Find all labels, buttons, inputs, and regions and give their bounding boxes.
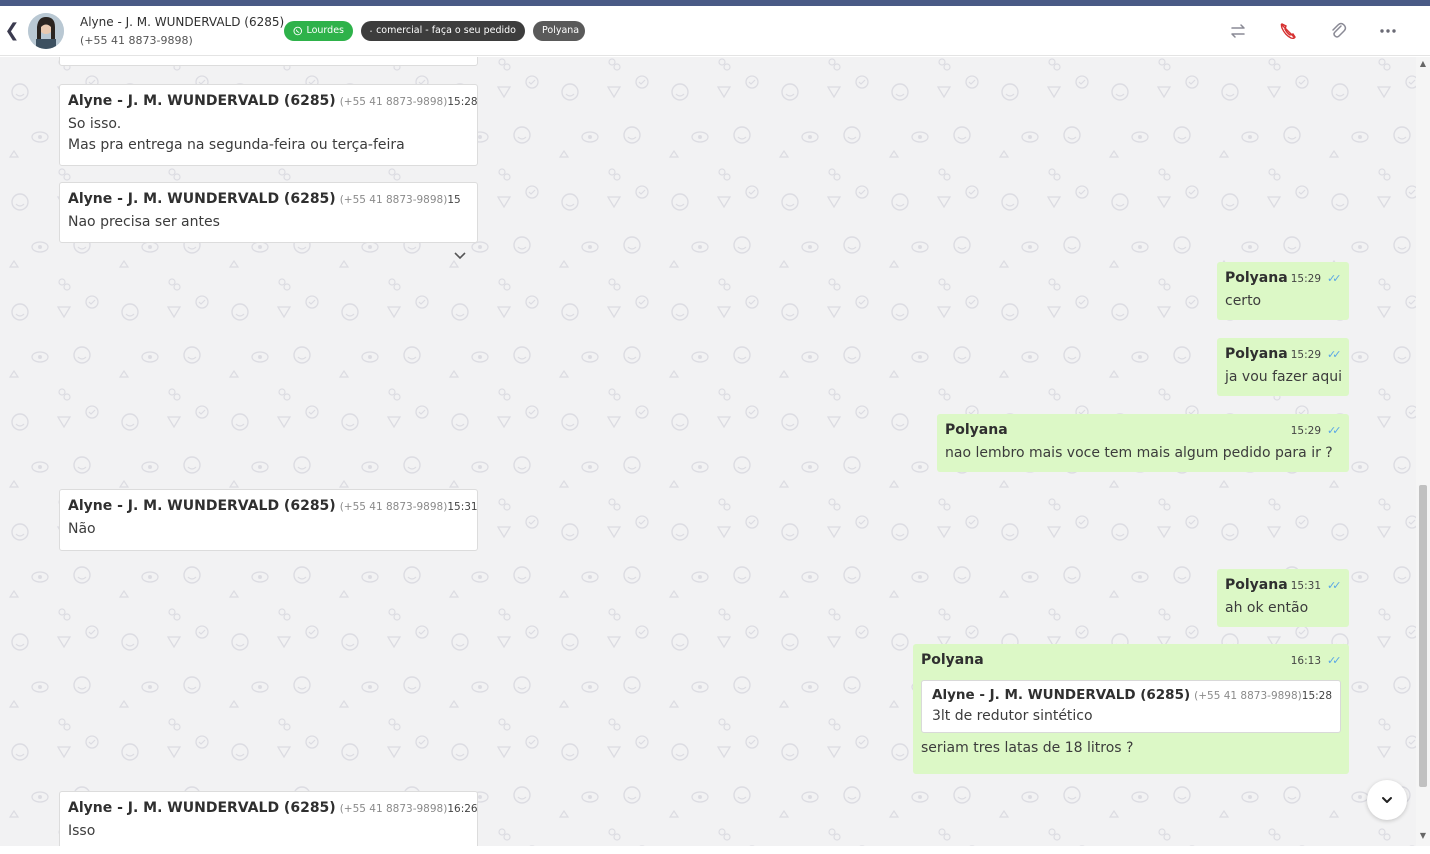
tag-label: Polyana [542, 25, 580, 36]
message-time: 15:29 [1290, 349, 1321, 361]
message-bubble-incoming[interactable]: Alyne - J. M. WUNDERVALD (6285) (+55 41 … [59, 84, 478, 166]
message-bubble-outgoing[interactable]: Polyana 15:31 ✓✓ ah ok então [1217, 569, 1349, 627]
scroll-to-bottom-button[interactable] [1367, 780, 1407, 820]
contact-name: Alyne - J. M. WUNDERVALD (6285) [80, 15, 285, 29]
end-call-icon[interactable] [1277, 20, 1299, 42]
transfer-icon[interactable] [1227, 20, 1249, 42]
message-time: 15 [447, 194, 461, 206]
message-bubble-incoming[interactable]: Alyne - J. M. WUNDERVALD (6285) (+55 41 … [59, 182, 478, 243]
message-time: 16:13 [1290, 655, 1321, 667]
sender-phone: (+55 41 8873-9898) [339, 194, 448, 206]
sitemap-icon [370, 30, 373, 32]
message-text: Nao precisa ser antes [68, 214, 220, 230]
message-text: Não [68, 521, 96, 537]
message-menu-chevron-icon[interactable] [453, 249, 469, 265]
read-ticks-icon: ✓✓ [1327, 579, 1341, 592]
contact-phone: (+55 41 8873-9898) [80, 34, 193, 47]
more-icon[interactable] [1377, 20, 1399, 42]
chat-header: ❮ Alyne - J. M. WUNDERVALD (6285) (+55 4… [0, 6, 1430, 56]
message-bubble-outgoing[interactable]: Polyana 15:29 ✓✓ certo [1217, 262, 1349, 320]
sender-phone: (+55 41 8873-9898) [339, 803, 448, 815]
quoted-sender-name: Alyne - J. M. WUNDERVALD (6285) [932, 687, 1191, 703]
read-ticks-icon: ✓✓ [1327, 424, 1341, 437]
sender-name: Alyne - J. M. WUNDERVALD (6285) [68, 93, 336, 109]
message-time: 15:31 [447, 501, 478, 513]
quoted-time: 15:28 [1301, 690, 1333, 702]
read-ticks-icon: ✓✓ [1327, 272, 1341, 285]
scroll-down-arrow-icon[interactable]: ▼ [1418, 831, 1428, 841]
chat-scrollbar[interactable]: ▲ ▼ [1416, 57, 1430, 846]
message-time: 15:29 [1290, 273, 1321, 285]
avatar[interactable] [28, 13, 64, 49]
message-text: certo [1225, 293, 1262, 309]
back-arrow-icon[interactable]: ❮ [3, 21, 21, 41]
sender-name: Polyana [1225, 346, 1288, 362]
tag-lourdes[interactable]: Lourdes [284, 21, 353, 41]
sender-phone: (+55 41 8873-9898) [339, 501, 448, 513]
message-text: seriam tres latas de 18 litros ? [921, 740, 1134, 756]
message-time: 15:28 [447, 96, 478, 108]
sender-name: Polyana [945, 422, 1008, 438]
sender-phone: (+55 41 8873-9898) [339, 96, 448, 108]
message-time: 15:31 [1290, 580, 1321, 592]
scroll-up-arrow-icon[interactable]: ▲ [1418, 59, 1428, 69]
message-text: nao lembro mais voce tem mais algum pedi… [945, 445, 1333, 461]
tag-label: Lourdes [306, 25, 344, 36]
sender-name: Polyana [921, 652, 984, 668]
quoted-sender-phone: (+55 41 8873-9898) [1194, 690, 1302, 702]
message-text: ja vou fazer aqui [1225, 369, 1342, 385]
message-time: 15:29 [1290, 425, 1321, 437]
sender-name: Alyne - J. M. WUNDERVALD (6285) [68, 498, 336, 514]
tag-agent[interactable]: Polyana [533, 21, 585, 41]
sender-name: Alyne - J. M. WUNDERVALD (6285) [68, 191, 336, 207]
bottom-edge [0, 846, 1430, 854]
quoted-text: 3lt de redutor sintético [932, 708, 1093, 724]
sender-name: Alyne - J. M. WUNDERVALD (6285) [68, 800, 336, 816]
chevron-down-icon [1382, 797, 1392, 803]
scroll-thumb[interactable] [1419, 485, 1427, 787]
message-bubble-incoming[interactable]: Alyne - J. M. WUNDERVALD (6285) (+55 41 … [59, 489, 478, 551]
sender-name: Polyana [1225, 577, 1288, 593]
attach-icon[interactable] [1327, 20, 1349, 42]
read-ticks-icon: ✓✓ [1327, 348, 1341, 361]
message-bubble-outgoing[interactable]: Polyana 16:13 ✓✓ Alyne - J. M. WUNDERVAL… [913, 644, 1349, 774]
message-text: ah ok então [1225, 600, 1309, 616]
message-list[interactable]: Alyne - J. M. WUNDERVALD (6285) (+55 41 … [0, 57, 1416, 846]
message-bubble-outgoing[interactable]: Polyana 15:29 ✓✓ nao lembro mais voce te… [937, 414, 1349, 472]
message-bubble-outgoing[interactable]: Polyana 15:29 ✓✓ ja vou fazer aqui [1217, 338, 1349, 396]
message-bubble-partial[interactable] [59, 57, 478, 66]
sender-name: Polyana [1225, 270, 1288, 286]
message-bubble-incoming[interactable]: Alyne - J. M. WUNDERVALD (6285) (+55 41 … [59, 791, 478, 846]
tag-department[interactable]: comercial - faça o seu pedido [361, 21, 525, 41]
read-ticks-icon: ✓✓ [1327, 654, 1341, 667]
message-time: 16:26 [447, 803, 478, 815]
message-text: Isso [68, 823, 96, 839]
message-text: So isso. Mas pra entrega na segunda-feir… [68, 116, 405, 153]
whatsapp-icon [293, 26, 302, 36]
quoted-message[interactable]: Alyne - J. M. WUNDERVALD (6285) (+55 41 … [921, 680, 1341, 733]
tag-label: comercial - faça o seu pedido [376, 25, 516, 36]
